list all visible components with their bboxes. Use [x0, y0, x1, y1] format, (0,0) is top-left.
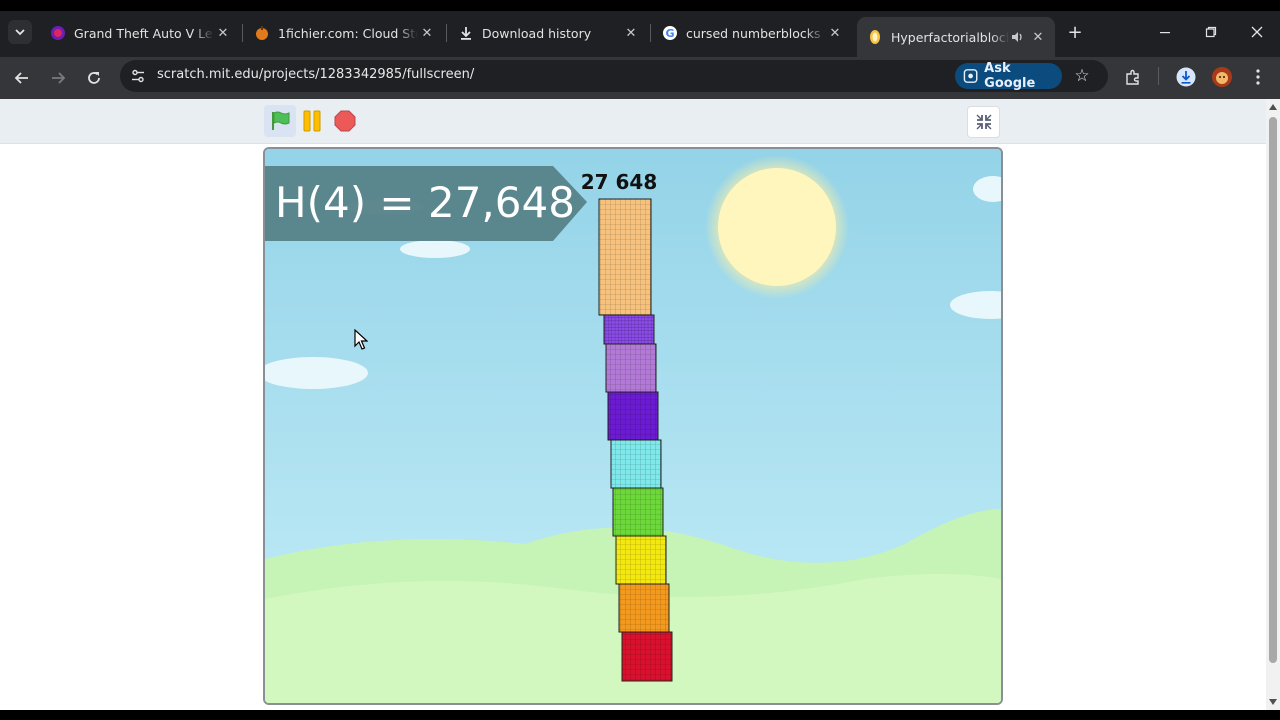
- download-icon: [458, 25, 474, 41]
- close-icon[interactable]: ✕: [622, 24, 640, 42]
- tower-block: [605, 343, 657, 393]
- forward-button[interactable]: [44, 64, 72, 92]
- banner-text: H(4) = 27,648: [275, 178, 575, 227]
- toolbar-separator: [1158, 67, 1159, 85]
- close-icon: [1251, 26, 1263, 38]
- exit-fullscreen-button[interactable]: [967, 106, 1000, 138]
- tower-block: [621, 631, 673, 682]
- reload-icon: [88, 72, 100, 84]
- restore-icon: [1205, 26, 1217, 38]
- tab-separator: [242, 24, 243, 42]
- tower-block: [607, 391, 659, 441]
- 1fichier-icon: [254, 25, 270, 41]
- screen-bottom-edge: [0, 710, 1280, 720]
- tab-search-button[interactable]: [8, 20, 32, 44]
- tower-block: [618, 583, 670, 633]
- scroll-up-arrow[interactable]: [1266, 100, 1280, 114]
- tab-hyperfactorialblocks[interactable]: Hyperfactorialblocks ✕: [857, 17, 1055, 57]
- tab-download-history[interactable]: Download history ✕: [448, 18, 648, 48]
- tower-block: [612, 487, 664, 537]
- site-info-icon[interactable]: [130, 68, 146, 84]
- top-edge: [0, 0, 1280, 11]
- extensions-button[interactable]: [1120, 64, 1146, 90]
- tower-block: [615, 535, 667, 585]
- close-icon[interactable]: ✕: [418, 24, 436, 42]
- tab-title: 1fichier.com: Cloud Stora: [278, 25, 418, 41]
- tab-title: Download history: [482, 25, 592, 41]
- tab-1fichier[interactable]: 1fichier.com: Cloud Stora ✕: [244, 18, 444, 48]
- tab-title: Grand Theft Auto V Lega: [74, 25, 214, 41]
- minimize-button[interactable]: [1153, 20, 1177, 44]
- back-button[interactable]: [8, 64, 36, 92]
- tab-separator: [446, 24, 447, 42]
- tab-google-search[interactable]: G cursed numberblocks fou ✕: [652, 18, 852, 48]
- profile-avatar[interactable]: [1209, 64, 1235, 90]
- tower-block: [603, 314, 655, 345]
- screen: Grand Theft Auto V Lega ✕ 1fichier.com: …: [0, 0, 1280, 720]
- puzzle-icon: [1126, 69, 1139, 85]
- cloud: [400, 240, 470, 258]
- google-icon: G: [662, 25, 678, 41]
- plus-icon: +: [1067, 21, 1083, 43]
- green-flag-button[interactable]: [264, 105, 296, 137]
- tower-count-label: 27 648: [581, 170, 658, 194]
- ask-google-button[interactable]: Ask Google: [955, 61, 1062, 91]
- green-flag-icon: [272, 111, 290, 130]
- speaker-icon[interactable]: [1009, 29, 1025, 45]
- download-icon: [1176, 67, 1196, 87]
- pause-icon: [303, 110, 321, 132]
- mouse-cursor-icon: [354, 329, 368, 350]
- scratch-icon: [867, 29, 883, 45]
- restore-button[interactable]: [1199, 20, 1223, 44]
- scrollbar-thumb[interactable]: [1269, 117, 1277, 663]
- new-tab-button[interactable]: +: [1064, 21, 1086, 43]
- arrow-right-icon: [52, 72, 66, 84]
- chrome-menu-button[interactable]: [1245, 64, 1271, 90]
- tab-separator: [650, 24, 651, 42]
- tower-block: [598, 198, 652, 316]
- gta-icon: [50, 25, 66, 41]
- tab-title: cursed numberblocks fou: [686, 25, 826, 41]
- arrow-left-icon: [14, 72, 28, 84]
- close-icon[interactable]: ✕: [1029, 28, 1047, 46]
- stop-button[interactable]: [332, 108, 358, 134]
- scratch-controls-bar: [0, 99, 1266, 144]
- close-icon[interactable]: ✕: [214, 24, 232, 42]
- more-vert-icon: [1256, 69, 1260, 85]
- downloads-button[interactable]: [1173, 64, 1199, 90]
- scratch-stage[interactable]: H(4) = 27,648 27 648: [263, 147, 1003, 705]
- close-icon[interactable]: ✕: [826, 24, 844, 42]
- bookmark-star-icon[interactable]: ☆: [1072, 66, 1092, 86]
- exit-fullscreen-icon: [976, 114, 991, 130]
- scroll-down-arrow[interactable]: [1266, 695, 1280, 709]
- reload-button[interactable]: [80, 64, 108, 92]
- triangle-down-icon: [1269, 699, 1277, 705]
- stop-icon: [334, 110, 356, 132]
- svg-text:G: G: [665, 27, 674, 40]
- triangle-up-icon: [1269, 104, 1277, 110]
- close-window-button[interactable]: [1245, 20, 1269, 44]
- tab-gta[interactable]: Grand Theft Auto V Lega ✕: [40, 18, 240, 48]
- ask-google-label: Ask Google: [984, 61, 1036, 91]
- sun: [718, 168, 836, 286]
- tower-block: [610, 439, 662, 489]
- tab-title: Hyperfactorialblocks: [891, 29, 1009, 45]
- chevron-down-icon: [15, 29, 25, 36]
- pause-button[interactable]: [299, 108, 325, 134]
- minimize-icon: [1160, 32, 1170, 34]
- url-text[interactable]: scratch.mit.edu/projects/1283342985/full…: [157, 67, 474, 82]
- lens-icon: [963, 69, 978, 83]
- stage-canvas: H(4) = 27,648 27 648: [265, 149, 1001, 703]
- avatar-icon: [1212, 67, 1232, 87]
